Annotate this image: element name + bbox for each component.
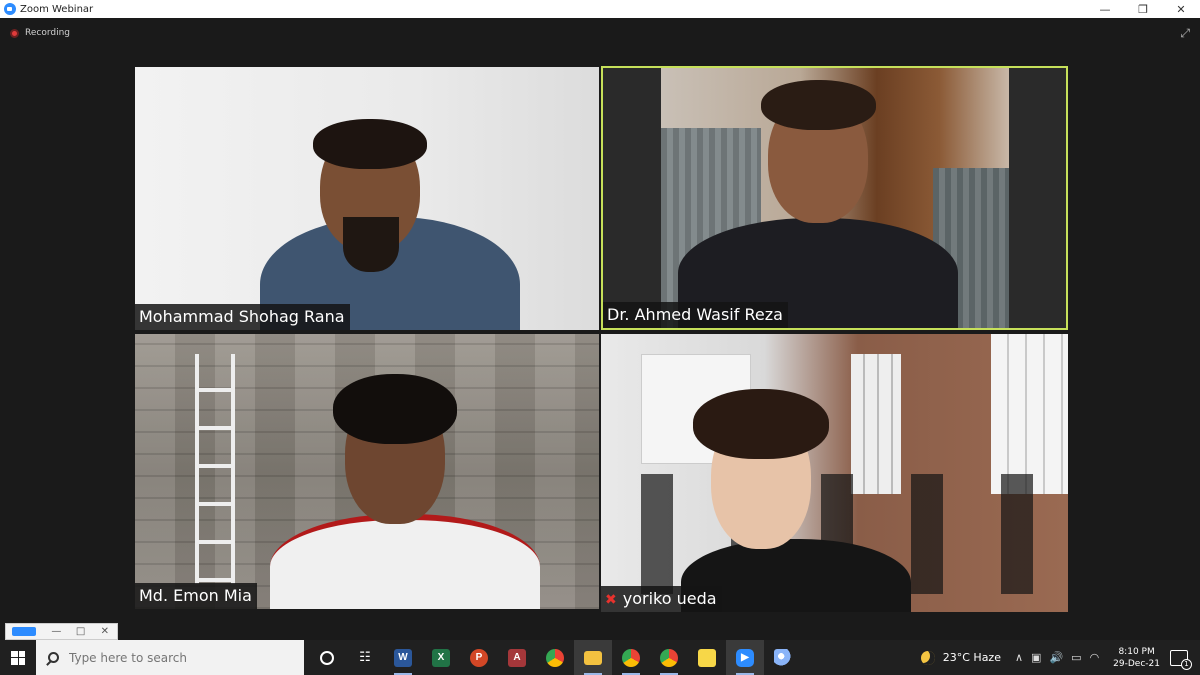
video-tile-2-active-speaker[interactable]: Dr. Ahmed Wasif Reza (601, 66, 1068, 330)
task-view-icon[interactable] (308, 640, 346, 675)
recording-dot-icon (10, 28, 19, 38)
notification-center-icon[interactable]: 1 (1170, 649, 1192, 670)
close-button[interactable]: ✕ (1162, 0, 1200, 18)
windows-taskbar: ☷ W X P A ▶ 23°C Haze ∧ ▣ 🔊 ▭ ◠ 8:10 PM … (0, 640, 1200, 675)
minimize-button[interactable]: — (1086, 0, 1124, 18)
clock-date: 29-Dec-21 (1113, 658, 1160, 669)
zoom-app-icon (4, 3, 16, 15)
company-logo-icon: ✖ (605, 592, 617, 608)
volume-icon[interactable]: 🔊 (1049, 651, 1063, 664)
chrome-profile-2-icon[interactable] (650, 640, 688, 675)
battery-icon[interactable]: ▭ (1071, 651, 1081, 664)
minimized-zoom-window[interactable]: — □ ✕ (5, 623, 118, 640)
notification-count: 1 (1181, 658, 1192, 670)
recording-label: Recording (25, 28, 71, 38)
chrome-profile-icon[interactable] (612, 640, 650, 675)
search-input[interactable] (69, 650, 289, 665)
window-titlebar: Zoom Webinar — ❐ ✕ (0, 0, 1200, 18)
taskbar-apps: ☷ W X P A ▶ (308, 640, 802, 675)
zoom-icon[interactable]: ▶ (726, 640, 764, 675)
window-controls: — ❐ ✕ (1086, 0, 1200, 18)
paint-icon[interactable] (764, 640, 802, 675)
meet-now-icon[interactable]: ▣ (1031, 651, 1041, 664)
clock[interactable]: 8:10 PM 29-Dec-21 (1113, 646, 1160, 670)
video-tile-4[interactable]: ✖ yoriko ueda (601, 334, 1068, 612)
file-explorer-icon[interactable] (574, 640, 612, 675)
mini-close-button[interactable]: ✕ (93, 626, 117, 637)
taskbar-search[interactable] (36, 640, 304, 675)
windows-logo-icon (11, 650, 25, 665)
weather-widget[interactable]: 23°C Haze (920, 650, 1001, 665)
ladder-shelf (195, 354, 235, 584)
chevron-up-icon[interactable]: ∧ (1015, 651, 1023, 664)
wifi-icon[interactable]: ◠ (1090, 651, 1100, 664)
participant-name: Mohammad Shohag Rana (135, 304, 350, 330)
weather-temp: 23°C (942, 651, 970, 664)
fullscreen-icon[interactable]: ⤢ (1180, 26, 1190, 41)
restore-button[interactable]: ❐ (1124, 0, 1162, 18)
video-tile-1[interactable]: Mohammad Shohag Rana (135, 67, 599, 330)
window-title: Zoom Webinar (20, 3, 94, 15)
zoom-mini-icon (12, 627, 37, 636)
mini-minimize-button[interactable]: — (44, 626, 68, 637)
widgets-icon[interactable]: ☷ (346, 640, 384, 675)
word-icon[interactable]: W (384, 640, 422, 675)
search-icon (48, 652, 59, 663)
weather-condition: Haze (973, 651, 1001, 664)
access-icon[interactable]: A (498, 640, 536, 675)
mini-restore-button[interactable]: □ (69, 626, 93, 637)
excel-icon[interactable]: X (422, 640, 460, 675)
participant-name: Dr. Ahmed Wasif Reza (603, 302, 788, 328)
sticky-notes-icon[interactable] (688, 640, 726, 675)
start-button[interactable] (0, 640, 36, 675)
meeting-area: Recording ⤢ Mohammad Shohag Rana Dr. Ahm… (0, 18, 1200, 640)
video-tile-3[interactable]: Md. Emon Mia (135, 334, 599, 609)
chrome-icon[interactable] (536, 640, 574, 675)
participant-name: Md. Emon Mia (135, 583, 257, 609)
system-tray: 23°C Haze ∧ ▣ 🔊 ▭ ◠ 8:10 PM 29-Dec-21 1 (920, 640, 1200, 675)
powerpoint-icon[interactable]: P (460, 640, 498, 675)
moon-icon (920, 650, 935, 665)
participant-name: ✖ yoriko ueda (601, 586, 722, 612)
recording-indicator[interactable]: Recording (10, 28, 70, 38)
clock-time: 8:10 PM (1118, 646, 1155, 657)
